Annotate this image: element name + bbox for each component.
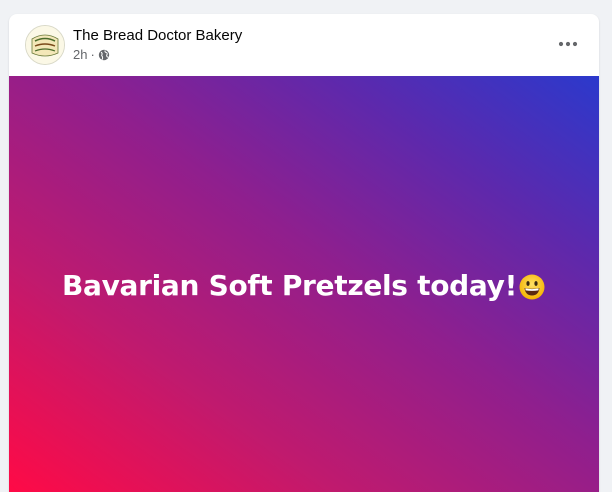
globe-icon[interactable] — [98, 49, 110, 61]
meta-separator: · — [90, 47, 95, 62]
post-text-content: Bavarian Soft Pretzels today! — [61, 268, 518, 302]
post-background-text[interactable]: Bavarian Soft Pretzels today! — [9, 76, 599, 492]
bakery-logo-icon — [26, 26, 64, 64]
grinning-face-emoji-icon — [518, 273, 546, 301]
page-avatar[interactable] — [25, 25, 65, 65]
post-timestamp[interactable]: 2h — [73, 47, 87, 62]
page-name[interactable]: The Bread Doctor Bakery — [73, 27, 242, 44]
post-card: The Bread Doctor Bakery 2h · Bavarian So… — [9, 14, 599, 492]
post-header: The Bread Doctor Bakery 2h · — [9, 14, 599, 76]
post-text: Bavarian Soft Pretzels today! — [62, 269, 546, 302]
more-options-button[interactable] — [553, 29, 583, 59]
more-options-icon — [558, 41, 578, 47]
post-meta: 2h · — [73, 47, 110, 62]
